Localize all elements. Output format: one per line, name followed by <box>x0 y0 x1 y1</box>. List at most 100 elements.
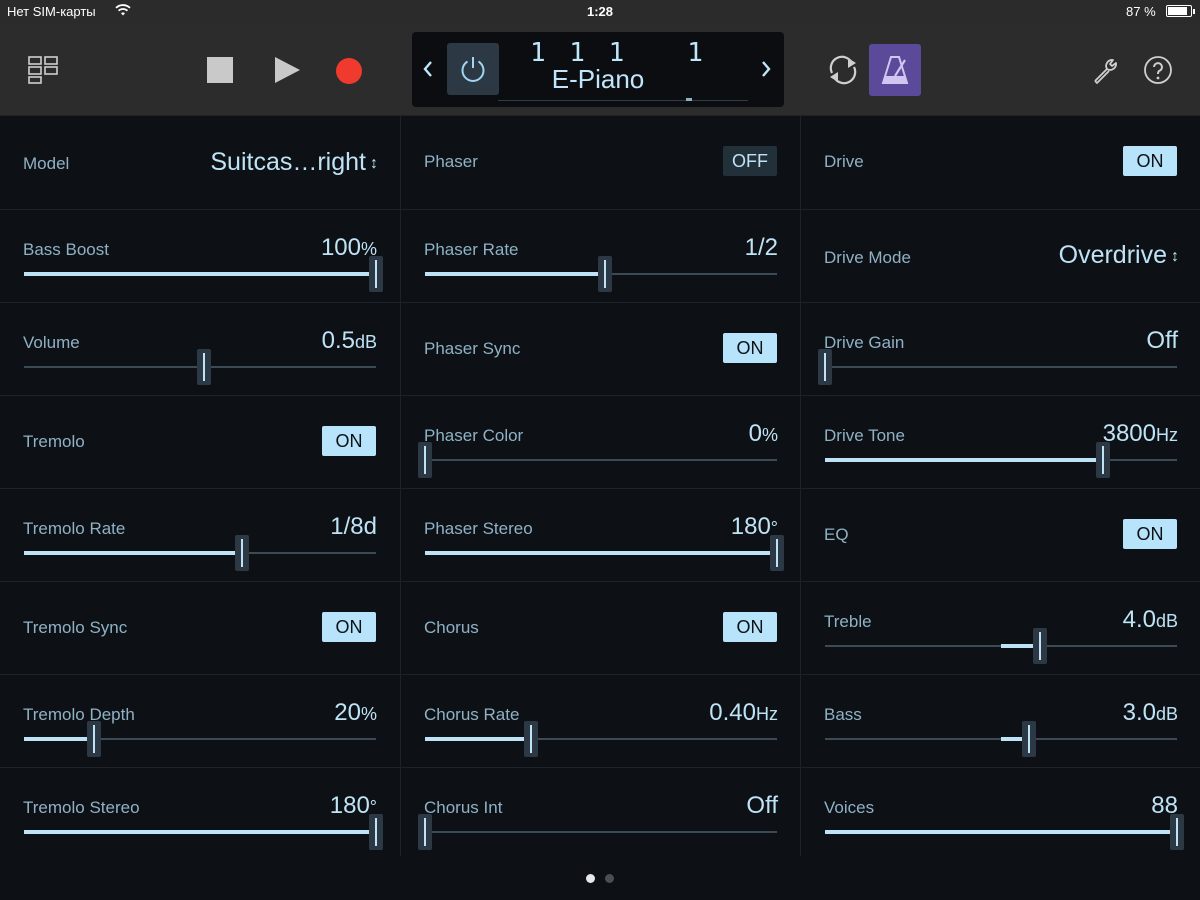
lcd-display: 1 1 1 1 E-Piano <box>412 32 784 107</box>
previous-preset-button[interactable] <box>418 56 438 82</box>
chevron-left-icon <box>423 61 432 77</box>
scrub-track[interactable] <box>498 100 748 101</box>
metronome-icon <box>881 56 909 84</box>
param-toggle[interactable]: ON <box>723 612 777 642</box>
slider-thumb[interactable] <box>770 535 784 571</box>
param-label: Phaser Sync <box>424 339 521 358</box>
param-drive-mode: Drive Mode Overdrive ↕ <box>801 209 1200 302</box>
param-toggle[interactable]: ON <box>1123 519 1177 549</box>
next-preset-button[interactable] <box>756 56 776 82</box>
slider-track[interactable] <box>425 831 777 833</box>
power-icon <box>461 57 485 82</box>
param-slider[interactable] <box>24 535 376 571</box>
param-phaser: Phaser OFF <box>401 116 801 209</box>
scrub-thumb[interactable] <box>685 98 692 101</box>
param-chorus-int: Chorus Int Off <box>401 767 801 856</box>
slider-fill <box>825 830 1177 834</box>
param-phaser-stereo: Phaser Stereo 180° <box>401 488 801 581</box>
chevron-right-icon <box>762 61 771 77</box>
param-treble: Treble 4.0dB <box>801 581 1200 674</box>
param-label: Chorus <box>424 618 479 637</box>
param-slider[interactable] <box>425 721 777 757</box>
slider-thumb[interactable] <box>1022 721 1037 757</box>
param-slider[interactable] <box>818 349 1177 385</box>
stop-button[interactable] <box>206 56 234 84</box>
param-select[interactable]: Overdrive ↕ <box>1059 241 1179 270</box>
param-label: Drive <box>824 152 864 171</box>
param-slider[interactable] <box>418 814 777 850</box>
param-chorus: Chorus ON <box>401 581 801 674</box>
param-phaser-sync: Phaser Sync ON <box>401 302 801 395</box>
param-slider[interactable] <box>825 814 1184 850</box>
param-slider[interactable] <box>425 535 784 571</box>
slider-fill <box>425 737 531 741</box>
instrument-name[interactable]: E-Piano <box>498 64 698 95</box>
param-label: Model <box>23 154 70 173</box>
param-slider[interactable] <box>24 814 383 850</box>
settings-button[interactable] <box>1088 52 1124 88</box>
param-slider[interactable] <box>825 442 1177 478</box>
browser-button[interactable] <box>24 52 62 88</box>
slider-thumb[interactable] <box>235 535 250 571</box>
parameter-column-1: Model Suitcas…right ↕ Bass Boost 100% Volume 0… <box>0 116 400 856</box>
param-label: Phaser <box>424 152 478 171</box>
slider-thumb[interactable] <box>418 442 432 478</box>
param-slider[interactable] <box>418 442 777 478</box>
param-drive-tone: Drive Tone 3800Hz <box>801 395 1200 488</box>
page-dot[interactable] <box>605 874 614 883</box>
param-toggle[interactable]: ON <box>322 426 376 456</box>
param-slider[interactable] <box>24 256 383 292</box>
cycle-button[interactable] <box>824 52 862 88</box>
param-eq: EQ ON <box>801 488 1200 581</box>
param-toggle[interactable]: OFF <box>723 146 777 176</box>
slider-fill <box>24 737 95 741</box>
param-toggle[interactable]: ON <box>322 612 376 642</box>
slider-track[interactable] <box>825 366 1177 368</box>
param-slider[interactable] <box>825 628 1177 664</box>
battery-percent: 87 % <box>1126 4 1156 19</box>
power-button[interactable] <box>447 43 499 95</box>
chevron-up-down-icon: ↕ <box>1171 248 1179 265</box>
param-drive-gain: Drive Gain Off <box>801 302 1200 395</box>
param-label: Drive Mode <box>824 248 911 267</box>
slider-thumb[interactable] <box>597 256 612 292</box>
param-tremolo-stereo: Tremolo Stereo 180° <box>0 767 400 856</box>
slider-thumb[interactable] <box>87 721 102 757</box>
param-toggle[interactable]: ON <box>1123 146 1177 176</box>
slider-thumb[interactable] <box>1032 628 1047 664</box>
slider-thumb[interactable] <box>818 349 832 385</box>
param-select-value: Overdrive <box>1058 241 1167 269</box>
param-bass-boost: Bass Boost 100% <box>0 209 400 302</box>
metronome-button[interactable] <box>869 44 921 96</box>
record-icon <box>336 58 362 84</box>
param-volume: Volume 0.5dB <box>0 302 400 395</box>
slider-thumb[interactable] <box>418 814 432 850</box>
param-slider[interactable] <box>825 721 1177 757</box>
param-slider[interactable] <box>425 256 777 292</box>
help-button[interactable] <box>1140 52 1176 88</box>
page-dot-active[interactable] <box>586 874 595 883</box>
slider-fill <box>24 272 376 276</box>
play-button[interactable] <box>270 54 304 86</box>
slider-thumb[interactable] <box>1096 442 1111 478</box>
slider-track[interactable] <box>425 459 777 461</box>
param-slider[interactable] <box>24 721 376 757</box>
slider-thumb[interactable] <box>196 349 211 385</box>
slider-thumb[interactable] <box>523 721 538 757</box>
slider-thumb[interactable] <box>369 814 383 850</box>
status-bar: Нет SIM-карты 1:28 87 % <box>0 0 1200 24</box>
param-toggle[interactable]: ON <box>723 333 777 363</box>
parameter-column-2: Phaser OFF Phaser Rate 1/2 Phaser Sync ON Phas… <box>400 116 801 856</box>
param-tremolo-depth: Tremolo Depth 20% <box>0 674 400 767</box>
cycle-icon <box>829 55 857 85</box>
chevron-up-down-icon: ↕ <box>370 155 378 172</box>
param-select[interactable]: Suitcas…right ↕ <box>210 148 378 177</box>
slider-fill <box>425 551 777 555</box>
browser-grid-icon <box>28 56 58 84</box>
param-drive: Drive ON <box>801 116 1200 209</box>
slider-thumb[interactable] <box>369 256 383 292</box>
record-button[interactable] <box>334 56 364 86</box>
slider-thumb[interactable] <box>1170 814 1184 850</box>
page-indicator[interactable] <box>0 874 1200 886</box>
param-slider[interactable] <box>24 349 376 385</box>
